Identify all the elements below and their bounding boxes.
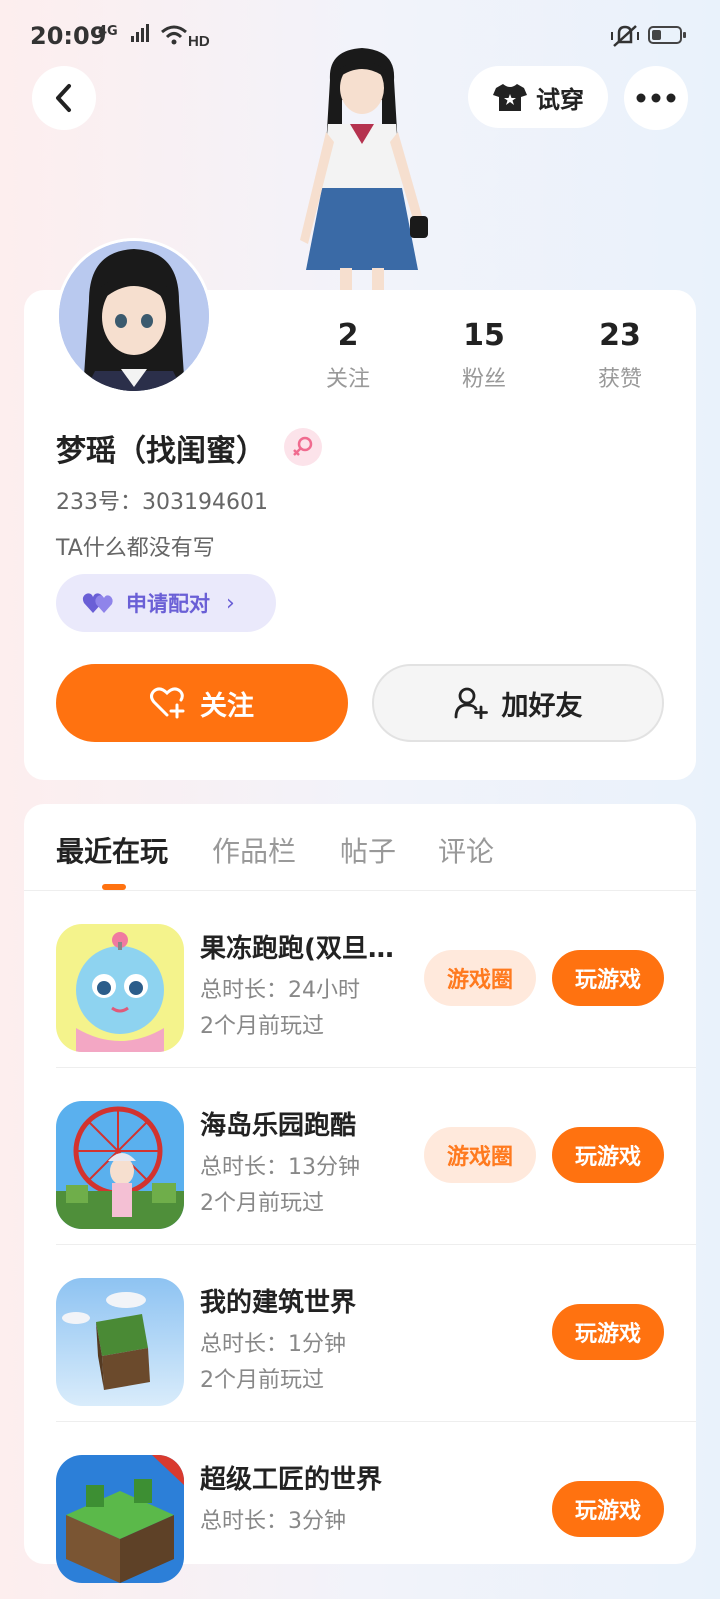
tab-recently-played[interactable]: 最近在玩 <box>56 830 168 870</box>
game-title: 海岛乐园跑酷 <box>200 1111 357 1141</box>
stat-fans-label: 粉丝 <box>461 367 506 392</box>
back-button[interactable] <box>32 66 96 130</box>
follow-button[interactable]: 关注 <box>56 664 348 742</box>
apply-pair-label: 申请配对 <box>126 592 210 616</box>
network-type: 4G <box>98 24 118 39</box>
game-row[interactable]: 我的建筑世界 总时长：1分钟 2个月前玩过 玩游戏 <box>24 1246 696 1422</box>
game-row[interactable]: 海岛乐园跑酷 总时长：13分钟 2个月前玩过 游戏圈 玩游戏 <box>24 1069 696 1245</box>
game-icon-building-world <box>56 1278 184 1406</box>
stat-likes-label: 获赞 <box>597 367 642 392</box>
game-last-played: 2个月前玩过 <box>200 1368 324 1393</box>
signal-icon <box>130 24 152 46</box>
game-row[interactable]: 超级工匠的世界 总时长：3分钟 玩游戏 <box>24 1423 696 1599</box>
try-on-button[interactable]: 试穿 <box>468 66 608 128</box>
add-friend-label: 加好友 <box>501 690 583 722</box>
play-game-button[interactable]: 玩游戏 <box>552 1304 664 1360</box>
game-circle-button[interactable]: 游戏圈 <box>424 950 536 1006</box>
user-id: 233号：303194601 <box>56 490 268 515</box>
game-duration: 总时长：24小时 <box>200 978 360 1003</box>
add-user-icon <box>454 687 488 719</box>
double-heart-icon <box>82 593 113 613</box>
chevron-right-icon: › <box>226 590 235 616</box>
avatar-character-image <box>270 40 450 290</box>
wifi-hd-icon: HD <box>160 24 212 52</box>
tab-works[interactable]: 作品栏 <box>212 830 296 870</box>
avatar[interactable] <box>56 238 212 394</box>
game-last-played: 2个月前玩过 <box>200 1191 324 1216</box>
stat-fans[interactable]: 15 粉丝 <box>424 318 544 393</box>
user-bio: TA什么都没有写 <box>56 536 215 561</box>
game-title: 果冻跑跑(双旦… <box>200 934 394 964</box>
game-icon-jelly-run <box>56 924 184 1052</box>
play-game-button[interactable]: 玩游戏 <box>552 1127 664 1183</box>
hd-text: HD <box>188 33 210 48</box>
play-game-button[interactable]: 玩游戏 <box>552 1481 664 1537</box>
game-title: 我的建筑世界 <box>200 1288 357 1318</box>
game-duration: 总时长：1分钟 <box>200 1332 346 1357</box>
tshirt-icon <box>493 84 527 111</box>
follow-label: 关注 <box>200 690 254 722</box>
stat-following[interactable]: 2 关注 <box>288 318 408 393</box>
game-circle-button[interactable]: 游戏圈 <box>424 1127 536 1183</box>
add-friend-button[interactable]: 加好友 <box>372 664 664 742</box>
try-on-label: 试穿 <box>536 85 584 114</box>
stat-likes[interactable]: 23 获赞 <box>560 318 680 393</box>
divider <box>56 1421 696 1422</box>
female-gender-icon <box>284 428 322 466</box>
game-duration: 总时长：3分钟 <box>200 1509 346 1534</box>
more-dots-icon <box>636 93 676 103</box>
play-game-button[interactable]: 玩游戏 <box>552 950 664 1006</box>
game-title: 超级工匠的世界 <box>200 1465 383 1495</box>
stat-following-label: 关注 <box>325 367 370 392</box>
battery-icon <box>648 26 686 44</box>
game-row[interactable]: 果冻跑跑(双旦… 总时长：24小时 2个月前玩过 游戏圈 玩游戏 <box>24 892 696 1068</box>
heart-plus-icon <box>150 687 185 719</box>
apply-pair-button[interactable]: 申请配对 › <box>56 574 276 632</box>
status-time: 20:09 <box>30 22 107 50</box>
game-icon-island-parkour <box>56 1101 184 1229</box>
game-icon-super-craftsman <box>56 1455 184 1583</box>
divider <box>56 1244 696 1245</box>
chevron-left-icon <box>56 84 71 112</box>
user-name: 梦瑶（找闺蜜） <box>56 434 266 469</box>
game-last-played: 2个月前玩过 <box>200 1014 324 1039</box>
divider <box>24 890 696 891</box>
game-duration: 总时长：13分钟 <box>200 1155 360 1180</box>
tab-comments[interactable]: 评论 <box>438 830 494 870</box>
stat-fans-value: 15 <box>463 318 505 353</box>
tab-posts[interactable]: 帖子 <box>340 830 396 870</box>
stat-likes-value: 23 <box>599 318 641 353</box>
divider <box>56 1067 696 1068</box>
vibrate-mute-icon <box>610 22 640 50</box>
stat-following-value: 2 <box>337 318 359 353</box>
more-options-button[interactable] <box>624 66 688 130</box>
